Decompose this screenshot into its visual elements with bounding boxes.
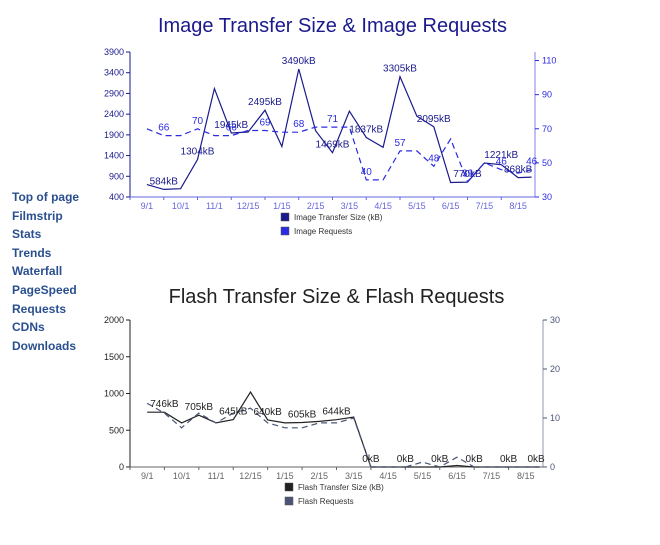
data-label: 0kB bbox=[500, 454, 518, 465]
data-label: 2095kB bbox=[417, 114, 451, 125]
data-label: 746kB bbox=[150, 399, 179, 410]
y-right-tick-label: 50 bbox=[542, 158, 552, 168]
x-tick-label: 10/1 bbox=[172, 201, 190, 211]
x-tick-label: 8/15 bbox=[509, 201, 527, 211]
data-label: 0kB bbox=[466, 454, 484, 465]
y-left-tick-label: 1900 bbox=[104, 130, 124, 140]
x-tick-label: 7/15 bbox=[476, 201, 494, 211]
legend-label: Image Transfer Size (kB) bbox=[294, 213, 383, 222]
data-label: 0kB bbox=[431, 454, 449, 465]
x-tick-label: 3/15 bbox=[341, 201, 359, 211]
y-left-tick-label: 0 bbox=[119, 462, 124, 472]
x-tick-label: 6/15 bbox=[442, 201, 460, 211]
x-tick-label: 4/15 bbox=[379, 471, 397, 481]
x-tick-label: 9/1 bbox=[141, 201, 154, 211]
chart-title: Flash Transfer Size & Flash Requests bbox=[169, 286, 505, 308]
y-right-tick-label: 30 bbox=[550, 315, 560, 325]
y-left-tick-label: 500 bbox=[109, 425, 124, 435]
data-label: 0kB bbox=[527, 454, 545, 465]
legend-swatch bbox=[280, 212, 290, 222]
y-right-tick-label: 30 bbox=[542, 192, 552, 202]
legend-swatch bbox=[284, 482, 294, 492]
x-tick-label: 11/1 bbox=[206, 201, 223, 211]
y-left-tick-label: 3400 bbox=[104, 68, 124, 78]
y-left-tick-label: 2000 bbox=[104, 315, 124, 325]
x-tick-label: 6/15 bbox=[448, 471, 466, 481]
data-label: 1304kB bbox=[181, 147, 215, 158]
data-label: 39 bbox=[462, 169, 474, 180]
x-tick-label: 12/15 bbox=[237, 201, 260, 211]
y-right-tick-label: 70 bbox=[542, 124, 552, 134]
legend-swatch bbox=[280, 226, 290, 236]
data-label: 71 bbox=[327, 114, 339, 125]
data-label: 70 bbox=[192, 116, 204, 127]
data-label: 3490kB bbox=[282, 56, 316, 67]
x-tick-label: 10/1 bbox=[173, 471, 191, 481]
x-tick-label: 9/1 bbox=[141, 471, 154, 481]
data-label: 1469kB bbox=[316, 140, 350, 151]
data-label: 705kB bbox=[185, 402, 214, 413]
data-label: 48 bbox=[428, 153, 440, 164]
y-right-tick-label: 20 bbox=[550, 364, 560, 374]
x-tick-label: 7/15 bbox=[483, 471, 501, 481]
x-tick-label: 2/15 bbox=[311, 471, 329, 481]
x-tick-label: 12/15 bbox=[239, 471, 262, 481]
data-label: 640kB bbox=[253, 407, 282, 418]
x-tick-label: 1/15 bbox=[273, 201, 291, 211]
data-label: 584kB bbox=[150, 176, 179, 187]
x-tick-label: 2/15 bbox=[307, 201, 325, 211]
y-right-tick-label: 110 bbox=[542, 56, 556, 66]
legend-swatch bbox=[284, 496, 294, 506]
data-label: 69 bbox=[259, 117, 271, 128]
y-left-tick-label: 900 bbox=[109, 171, 124, 181]
data-label: 0kB bbox=[362, 454, 380, 465]
y-right-tick-label: 90 bbox=[542, 90, 552, 100]
y-left-tick-label: 1000 bbox=[104, 389, 124, 399]
x-tick-label: 5/15 bbox=[414, 471, 432, 481]
y-left-tick-label: 1500 bbox=[104, 352, 124, 362]
x-tick-label: 4/15 bbox=[374, 201, 392, 211]
data-label: 66 bbox=[226, 123, 238, 134]
flash-requests-chart: Flash Transfer Size & Flash Requests 0 500… bbox=[104, 286, 560, 506]
y-left-tick-label: 400 bbox=[109, 192, 124, 202]
y-right-tick-label: 0 bbox=[550, 462, 555, 472]
y-left-tick-label: 2900 bbox=[104, 88, 124, 98]
chart-title: Image Transfer Size & Image Requests bbox=[158, 15, 507, 37]
x-tick-label: 5/15 bbox=[408, 201, 426, 211]
data-label: 66 bbox=[158, 123, 170, 134]
x-tick-label: 1/15 bbox=[276, 471, 294, 481]
y-left-tick-label: 2400 bbox=[104, 109, 124, 119]
data-label: 605kB bbox=[288, 410, 317, 421]
data-label: 40 bbox=[361, 167, 373, 178]
data-label: 57 bbox=[394, 138, 406, 149]
legend-label: Flash Transfer Size (kB) bbox=[298, 483, 384, 492]
data-label: 1837kB bbox=[349, 124, 383, 135]
data-label: 644kB bbox=[322, 407, 351, 418]
data-label: 0kB bbox=[397, 454, 415, 465]
legend-label: Image Requests bbox=[294, 227, 352, 236]
data-label: 68 bbox=[293, 119, 305, 130]
y-left-tick-label: 3900 bbox=[104, 47, 124, 57]
image-requests-chart: Image Transfer Size & Image Requests 400 9… bbox=[104, 15, 556, 236]
y-left-tick-label: 1400 bbox=[104, 151, 124, 161]
x-tick-label: 3/15 bbox=[345, 471, 363, 481]
data-label: 645kB bbox=[219, 407, 248, 418]
data-label: 3305kB bbox=[383, 64, 417, 75]
legend-label: Flash Requests bbox=[298, 497, 354, 506]
data-label: 46 bbox=[496, 157, 508, 168]
data-label: 46 bbox=[526, 157, 538, 168]
x-tick-label: 11/1 bbox=[208, 471, 225, 481]
x-tick-label: 8/15 bbox=[517, 471, 535, 481]
y-right-tick-label: 10 bbox=[550, 413, 560, 423]
data-label: 2495kB bbox=[248, 97, 282, 108]
